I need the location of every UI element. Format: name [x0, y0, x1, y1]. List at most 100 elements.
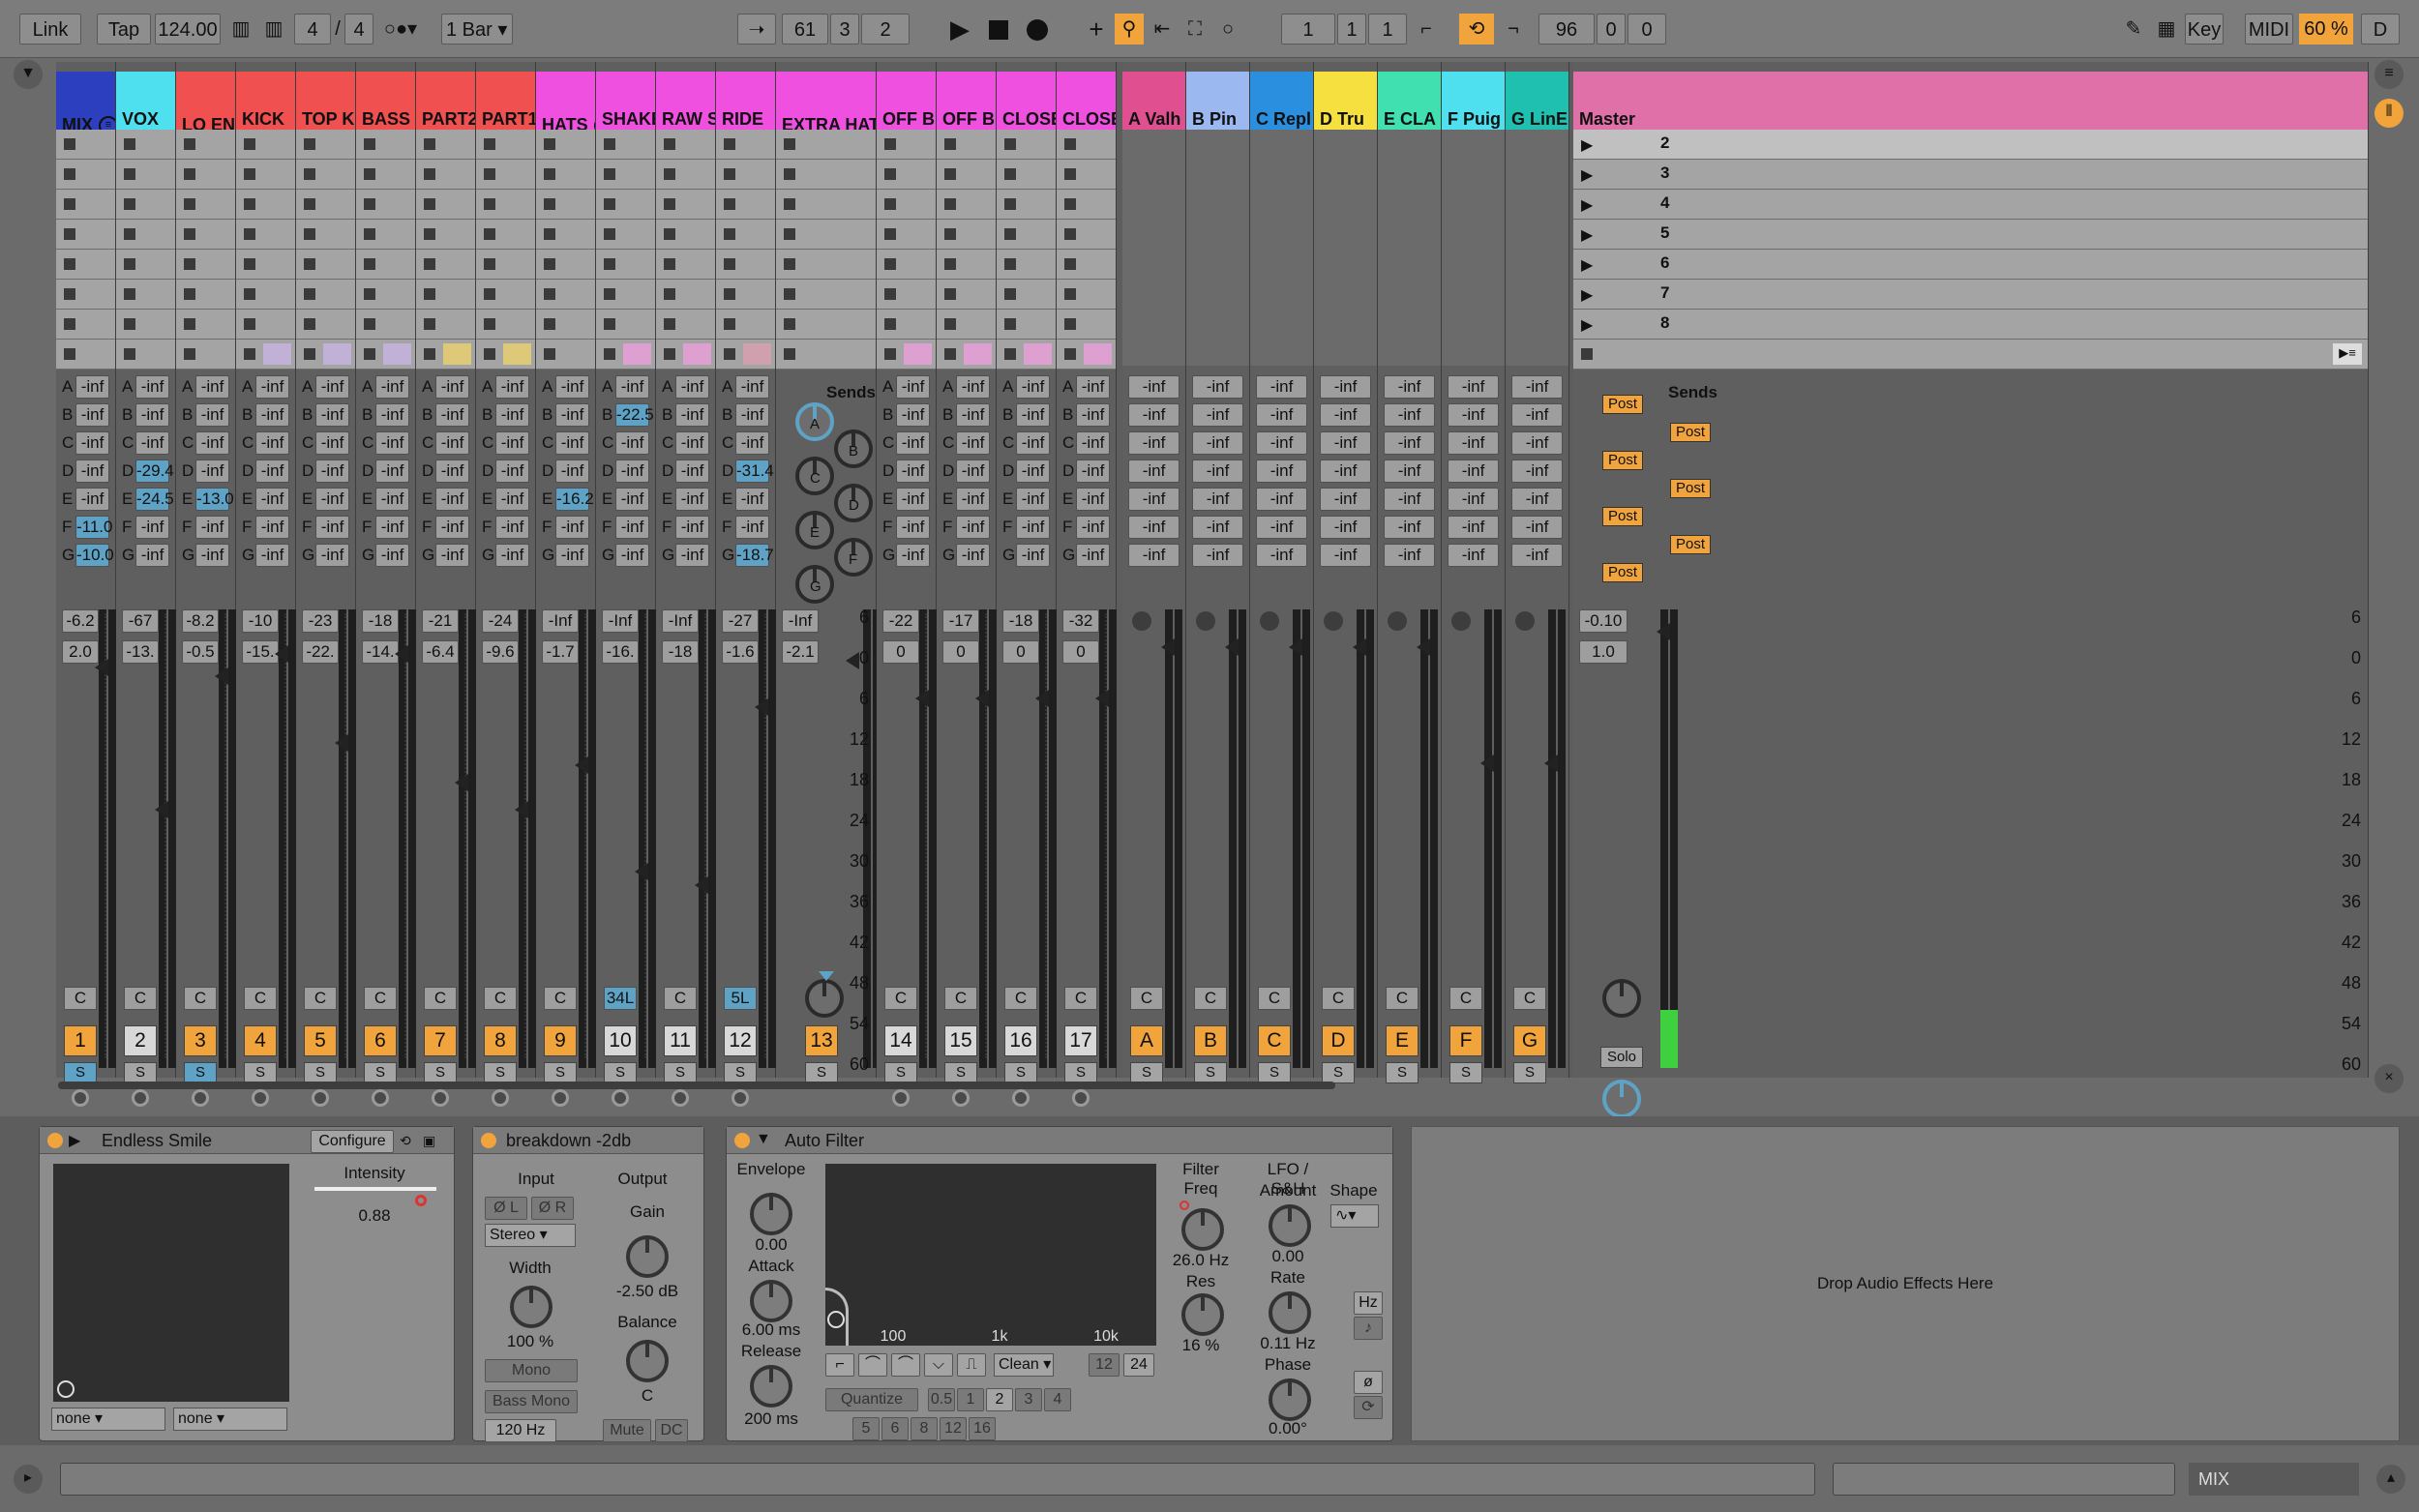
- return-header[interactable]: A Valh: [1122, 72, 1185, 135]
- track-header[interactable]: LO END≡: [176, 72, 235, 135]
- track-activator[interactable]: 7: [424, 1025, 457, 1056]
- send-value[interactable]: -inf: [555, 544, 589, 567]
- clip-slot[interactable]: [716, 310, 775, 340]
- stop-button-icon[interactable]: [124, 198, 135, 210]
- send-value[interactable]: -inf: [1448, 375, 1499, 399]
- stop-button-icon[interactable]: [724, 168, 735, 180]
- send-value[interactable]: -inf: [675, 460, 709, 483]
- clip-slot[interactable]: [296, 190, 355, 220]
- master-fader-icon[interactable]: [1657, 623, 1670, 640]
- send-value[interactable]: -inf: [1448, 544, 1499, 567]
- clip-slot[interactable]: [356, 190, 415, 220]
- send-value[interactable]: -inf: [956, 403, 990, 427]
- send-value[interactable]: -inf: [1384, 460, 1435, 483]
- volume-fader-icon[interactable]: [335, 734, 348, 752]
- clip-slot[interactable]: [476, 130, 535, 160]
- clip-slot[interactable]: [116, 160, 175, 190]
- stop-button-icon[interactable]: [64, 138, 75, 150]
- track-activator[interactable]: 14: [884, 1025, 917, 1056]
- scene[interactable]: ▶ 6: [1573, 250, 2368, 280]
- stop-button-icon[interactable]: [664, 168, 675, 180]
- clip-slot[interactable]: [776, 220, 876, 250]
- arm-button-icon[interactable]: [312, 1089, 329, 1107]
- stop-button-icon[interactable]: [64, 228, 75, 240]
- send-value[interactable]: -inf: [1511, 403, 1563, 427]
- solo-button[interactable]: S: [64, 1062, 97, 1083]
- clip-slot[interactable]: [776, 280, 876, 310]
- return-header[interactable]: G LinE: [1506, 72, 1568, 135]
- send-value[interactable]: -inf: [1511, 375, 1563, 399]
- tempo-field[interactable]: 124.00: [155, 14, 221, 44]
- quantize-option-2[interactable]: 2: [986, 1388, 1013, 1411]
- clip-slot[interactable]: [877, 190, 936, 220]
- clip-slot[interactable]: [997, 280, 1056, 310]
- send-value[interactable]: -inf: [555, 431, 589, 455]
- clip-slot[interactable]: [596, 190, 655, 220]
- post-button[interactable]: Post: [1670, 423, 1711, 442]
- stop-button-icon[interactable]: [124, 348, 135, 360]
- mute-button[interactable]: Mute: [603, 1419, 651, 1442]
- volume-fader-icon[interactable]: [215, 667, 228, 685]
- send-value[interactable]: -inf: [75, 403, 109, 427]
- nudge-up-icon[interactable]: ▥: [259, 14, 288, 44]
- send-value[interactable]: -inf: [735, 403, 769, 427]
- stop-button-icon[interactable]: [604, 228, 615, 240]
- track-activator[interactable]: 5: [304, 1025, 337, 1056]
- clip-slot[interactable]: [236, 310, 295, 340]
- stop-button-icon[interactable]: [64, 318, 75, 330]
- send-value[interactable]: -inf: [735, 488, 769, 511]
- clip-slot[interactable]: [776, 250, 876, 280]
- lfo-phase-knob[interactable]: [1269, 1379, 1311, 1421]
- loop-start-sixteenth[interactable]: 1: [1368, 14, 1407, 44]
- nudge-down-icon[interactable]: ▥: [226, 14, 255, 44]
- clip-slot[interactable]: [997, 340, 1056, 370]
- stop-button-icon[interactable]: [364, 228, 375, 240]
- phase-mode-icon[interactable]: ø: [1354, 1371, 1383, 1394]
- send-value[interactable]: -inf: [255, 488, 289, 511]
- stop-button-icon[interactable]: [184, 318, 195, 330]
- pan-value[interactable]: C: [1004, 987, 1037, 1010]
- clip-slot[interactable]: [176, 250, 235, 280]
- clip-slot[interactable]: [656, 310, 715, 340]
- stop-button-icon[interactable]: [724, 198, 735, 210]
- back-to-arrangement-icon[interactable]: ⇤: [1148, 14, 1177, 44]
- pan-value[interactable]: C: [1386, 987, 1419, 1010]
- solo-button[interactable]: S: [805, 1062, 838, 1083]
- stop-button-icon[interactable]: [944, 198, 956, 210]
- arm-button-icon[interactable]: [132, 1089, 149, 1107]
- clip[interactable]: [743, 343, 771, 365]
- track-activator[interactable]: 6: [364, 1025, 397, 1056]
- volume-fader-icon[interactable]: [95, 658, 108, 676]
- clip-slot[interactable]: [1057, 280, 1116, 310]
- lfo-amount-knob[interactable]: [1269, 1204, 1311, 1247]
- stop-button-icon[interactable]: [784, 288, 795, 300]
- post-button[interactable]: Post: [1602, 563, 1643, 582]
- clip-slot[interactable]: [116, 280, 175, 310]
- send-value[interactable]: -inf: [195, 544, 229, 567]
- rate-sync-icon[interactable]: ♪: [1354, 1317, 1383, 1340]
- send-value[interactable]: -inf: [1192, 544, 1243, 567]
- clip-slot[interactable]: [536, 250, 595, 280]
- send-value[interactable]: -inf: [735, 431, 769, 455]
- arm-button-icon[interactable]: [1012, 1089, 1030, 1107]
- send-value[interactable]: -inf: [1128, 460, 1180, 483]
- clip-slot[interactable]: [656, 190, 715, 220]
- clip-slot[interactable]: [56, 340, 115, 370]
- clip[interactable]: [1084, 343, 1112, 365]
- send-value[interactable]: -inf: [555, 460, 589, 483]
- track-activator[interactable]: 2: [124, 1025, 157, 1056]
- send-value[interactable]: -16.2: [555, 488, 594, 511]
- volume-value[interactable]: -27: [722, 609, 759, 633]
- scene[interactable]: ▶ 3: [1573, 160, 2368, 190]
- send-value[interactable]: -inf: [1511, 460, 1563, 483]
- track-header[interactable]: EXTRA HATS≡: [776, 72, 876, 135]
- send-value[interactable]: -inf: [255, 403, 289, 427]
- stop-button-icon[interactable]: [484, 318, 495, 330]
- volume-fader-icon[interactable]: [1417, 638, 1430, 656]
- clip-slot[interactable]: [1057, 250, 1116, 280]
- configure-button[interactable]: Configure: [311, 1130, 394, 1153]
- intensity-slider[interactable]: [314, 1187, 436, 1191]
- stop-button-icon[interactable]: [304, 138, 315, 150]
- lfo-rate-knob[interactable]: [1269, 1291, 1311, 1334]
- stop-button-icon[interactable]: [1064, 318, 1076, 330]
